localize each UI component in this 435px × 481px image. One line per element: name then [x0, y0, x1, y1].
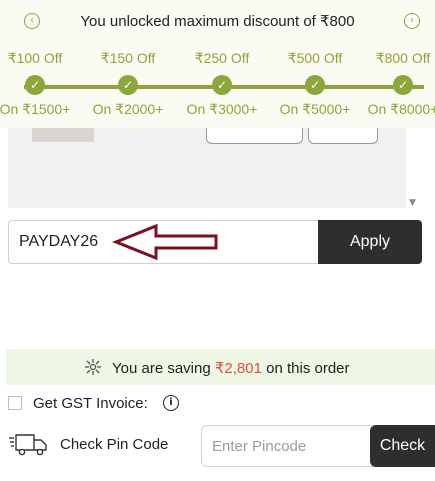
apply-coupon-button[interactable]: Apply — [318, 220, 422, 264]
tier-amount: ₹250 Off — [194, 50, 250, 66]
scroll-down-icon[interactable]: ▼ — [409, 198, 416, 208]
chevron-right-icon[interactable]: › — [404, 13, 420, 29]
product-thumbnail[interactable] — [32, 128, 94, 142]
tier-item: ₹250 Off ✓ On ₹3000+ — [177, 50, 267, 118]
tier-item: ₹150 Off ✓ On ₹2000+ — [83, 50, 173, 118]
tier-condition: On ₹3000+ — [186, 101, 258, 117]
gst-invoice-checkbox[interactable] — [8, 396, 22, 410]
banner-title: You unlocked maximum discount of ₹800 — [80, 13, 355, 30]
discount-banner: ‹ You unlocked maximum discount of ₹800 … — [0, 0, 435, 128]
check-pincode-button[interactable]: Check — [370, 425, 435, 467]
cart-items-scroll-area[interactable] — [8, 128, 406, 208]
tier-item: ₹500 Off ✓ On ₹5000+ — [270, 50, 360, 118]
check-icon: ✓ — [393, 75, 413, 95]
tier-condition: On ₹8000+ — [367, 101, 435, 117]
savings-banner: You are saving ₹2,801 on this order — [6, 349, 435, 385]
tier-amount: ₹500 Off — [287, 50, 343, 66]
gst-invoice-label: Get GST Invoice: — [33, 395, 148, 412]
check-icon: ✓ — [25, 75, 45, 95]
remove-button[interactable] — [308, 128, 378, 144]
tier-amount: ₹100 Off — [7, 50, 63, 66]
check-pin-code-label: Check Pin Code — [60, 436, 169, 453]
tier-condition: On ₹5000+ — [279, 101, 351, 117]
tier-item: ₹800 Off ✓ On ₹8000+ — [358, 50, 435, 118]
truck-icon — [9, 434, 47, 456]
check-icon: ✓ — [212, 75, 232, 95]
check-icon: ✓ — [118, 75, 138, 95]
tier-condition: On ₹2000+ — [92, 101, 164, 117]
sparkle-icon — [85, 359, 101, 375]
pincode-input[interactable] — [201, 425, 373, 467]
savings-amount: ₹2,801 — [214, 360, 262, 377]
savings-suffix: on this order — [266, 360, 350, 377]
tier-amount: ₹800 Off — [375, 50, 431, 66]
annotation-arrow-icon — [112, 223, 218, 261]
savings-prefix: You are saving — [112, 360, 211, 377]
tier-amount: ₹150 Off — [100, 50, 156, 66]
tier-item: ₹100 Off ✓ On ₹1500+ — [0, 50, 80, 118]
quantity-control[interactable] — [206, 128, 303, 144]
info-icon[interactable]: i — [163, 395, 179, 411]
tier-condition: On ₹1500+ — [0, 101, 71, 117]
check-icon: ✓ — [305, 75, 325, 95]
